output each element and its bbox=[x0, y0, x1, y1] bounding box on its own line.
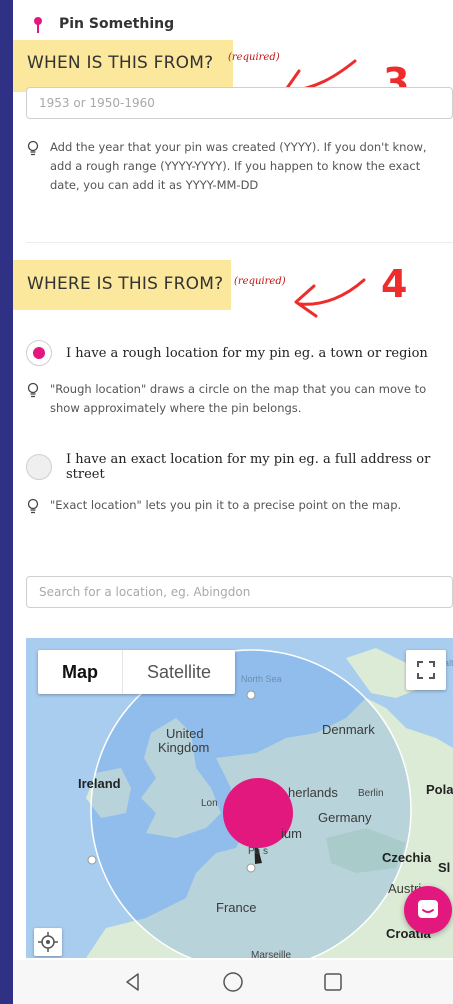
back-icon[interactable] bbox=[121, 970, 145, 994]
exact-location-radio[interactable] bbox=[26, 454, 52, 480]
header-title: Pin Something bbox=[59, 16, 175, 32]
rough-location-hint-text: "Rough location" draws a circle on the m… bbox=[50, 382, 427, 415]
map-type-control: Map Satellite bbox=[38, 650, 236, 694]
map-label-north-sea: North Sea bbox=[241, 674, 282, 684]
when-hint: Add the year that your pin was created (… bbox=[26, 138, 446, 195]
chat-button[interactable] bbox=[404, 886, 452, 934]
location-search-input[interactable] bbox=[26, 576, 453, 608]
map-label-london: Lon bbox=[201, 798, 218, 809]
when-required-label: (required) bbox=[228, 52, 280, 63]
exact-location-label[interactable]: I have an exact location for my pin eg. … bbox=[66, 452, 453, 482]
chat-icon bbox=[418, 900, 438, 918]
map-label-poland: Pola bbox=[426, 782, 453, 797]
annotation-number-4: 4 bbox=[381, 262, 408, 306]
rough-location-label[interactable]: I have a rough location for my pin eg. a… bbox=[66, 346, 428, 361]
system-nav-bar bbox=[13, 960, 453, 1004]
annotation-arrow-4 bbox=[294, 278, 366, 318]
app-page: Pin Something WHEN IS THIS FROM? (requir… bbox=[13, 0, 453, 1004]
map-tab-map[interactable]: Map bbox=[38, 650, 122, 694]
rough-location-option[interactable]: I have a rough location for my pin eg. a… bbox=[26, 340, 428, 366]
exact-location-hint: "Exact location" lets you pin it to a pr… bbox=[26, 496, 446, 515]
map-label-germany: Germany bbox=[318, 810, 372, 825]
map-label-paris: Pa s bbox=[248, 846, 269, 857]
when-title: WHEN IS THIS FROM? bbox=[27, 53, 214, 73]
lightbulb-icon bbox=[27, 140, 39, 156]
map-label-denmark: Denmark bbox=[322, 722, 375, 737]
where-title: WHERE IS THIS FROM? bbox=[27, 274, 224, 294]
map-label-united: United bbox=[166, 726, 204, 741]
map-label-netherlands: herlands bbox=[288, 785, 338, 800]
section-divider bbox=[26, 242, 453, 243]
circle-handle-bottom bbox=[246, 863, 256, 873]
map-label-sl: Sl bbox=[438, 860, 451, 875]
map-label-czechia: Czechia bbox=[382, 850, 432, 865]
exact-location-hint-text: "Exact location" lets you pin it to a pr… bbox=[50, 498, 402, 512]
year-input[interactable] bbox=[26, 87, 453, 119]
recents-icon[interactable] bbox=[321, 970, 345, 994]
pin-header: Pin Something bbox=[13, 8, 453, 40]
circle-handle-top bbox=[246, 690, 256, 700]
my-location-button[interactable] bbox=[34, 928, 62, 956]
map-label-berlin: Berlin bbox=[358, 788, 384, 799]
map-view[interactable]: North Sea Denmark United Kingdom Ireland… bbox=[26, 638, 453, 958]
map-label-belgium: ium bbox=[281, 826, 302, 841]
circle-handle-left bbox=[87, 855, 97, 865]
rough-location-radio[interactable] bbox=[26, 340, 52, 366]
rough-location-hint: "Rough location" draws a circle on the m… bbox=[26, 380, 446, 418]
map-tab-satellite[interactable]: Satellite bbox=[123, 650, 235, 694]
lightbulb-icon bbox=[27, 382, 39, 398]
when-hint-text: Add the year that your pin was created (… bbox=[50, 140, 427, 192]
crosshair-icon bbox=[38, 932, 58, 952]
pin-icon bbox=[31, 13, 45, 35]
home-icon[interactable] bbox=[221, 970, 245, 994]
map-label-france: France bbox=[216, 900, 257, 915]
exact-location-option[interactable]: I have an exact location for my pin eg. … bbox=[26, 452, 453, 482]
lightbulb-icon bbox=[27, 498, 39, 514]
fullscreen-icon bbox=[417, 661, 435, 679]
map-label-ireland: Ireland bbox=[78, 776, 121, 791]
map-label-kingdom: Kingdom bbox=[158, 740, 210, 755]
where-required-label: (required) bbox=[234, 276, 286, 287]
fullscreen-button[interactable] bbox=[406, 650, 446, 690]
map-label-marseille: Marseille bbox=[251, 950, 292, 958]
